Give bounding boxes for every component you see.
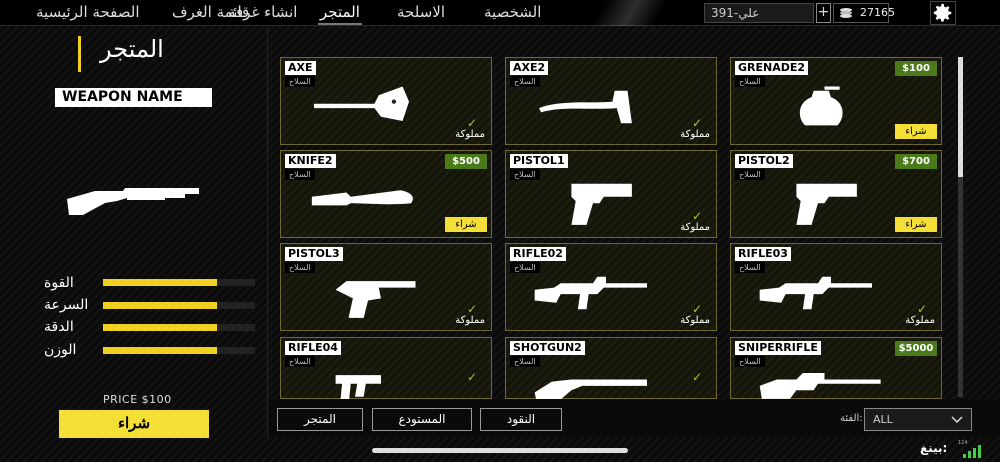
weapon-card-pistol2[interactable]: PISTOL2 السلاح $700 شراء: [730, 150, 942, 238]
weapon-card-rifle02[interactable]: RIFLE02 السلاح ✓ مملوكة: [505, 243, 717, 331]
rifle-icon: [759, 276, 872, 310]
buy-button[interactable]: شراء: [59, 410, 209, 438]
weapon-card-owned-label: مملوكة: [905, 315, 935, 326]
weapon-card-name: RIFLE04: [285, 341, 341, 355]
stat-accuracy-bar: [103, 324, 255, 331]
axe2-icon: [539, 90, 632, 124]
stat-speed-bar: [103, 302, 255, 309]
weapon-card-name: SNIPERRIFLE: [735, 341, 821, 355]
tab-store[interactable]: المتجر: [277, 408, 363, 431]
coins-icon: [840, 8, 852, 18]
weapon-card-name: PISTOL3: [285, 247, 343, 261]
nav-create-room[interactable]: انشاء غرفة: [228, 3, 297, 21]
knife-icon: [311, 190, 413, 206]
weapon-name-label: WEAPON NAME: [55, 88, 212, 107]
weapon-card-knife2[interactable]: KNIFE2 السلاح $500 شراء: [280, 150, 492, 238]
add-coins-button[interactable]: +: [816, 3, 831, 23]
grenade-icon: [799, 86, 843, 126]
ping-label: بينغ:: [920, 441, 948, 455]
owned-check-icon: ✓: [466, 370, 477, 384]
coin-balance: 27165: [833, 3, 895, 23]
weapon-detail-panel: المتجر WEAPON NAME القوة السرعة الدقة ال…: [0, 27, 268, 438]
weapon-card-price: $500: [445, 154, 487, 169]
top-nav: قائمة الغرف الصفحة الرئيسية انشاء غرفة ا…: [0, 0, 1000, 26]
weapon-card-owned-label: مملوكة: [680, 129, 710, 140]
weapon-card-name: RIFLE03: [735, 247, 791, 261]
stat-weight-label: الوزن: [44, 342, 77, 358]
weapon-card-name: RIFLE02: [510, 247, 566, 261]
stat-weight-bar: [103, 347, 255, 354]
stat-fill: [103, 324, 217, 331]
stat-fill: [103, 279, 217, 286]
coin-amount: 27165: [860, 6, 895, 19]
owned-check-icon: ✓: [466, 302, 477, 316]
weapon-card-sniperrifle[interactable]: SNIPERRIFLE السلاح $5000: [730, 337, 942, 399]
rifle-icon: [534, 276, 647, 310]
weapon-card-name: AXE: [285, 61, 316, 75]
weapon-card-rifle03[interactable]: RIFLE03 السلاح ✓ مملوكة: [730, 243, 942, 331]
scrollbar-thumb[interactable]: [958, 57, 963, 177]
revolver-icon: [335, 281, 416, 318]
stat-fill: [103, 347, 217, 354]
weapon-card-pistol3[interactable]: PISTOL3 السلاح ✓ مملوكة: [280, 243, 492, 331]
owned-check-icon: ✓: [691, 116, 702, 130]
owned-check-icon: ✓: [691, 209, 702, 223]
weapon-card-name: SHOTGUN2: [510, 341, 585, 355]
weapon-card-axe2[interactable]: AXE2 السلاح ✓ مملوكة: [505, 57, 717, 145]
nav-store[interactable]: المتجر: [320, 3, 360, 21]
weapon-card-name: PISTOL2: [735, 154, 793, 168]
player-name-field[interactable]: علي-391: [704, 3, 814, 23]
weapon-card-owned-label: مملوكة: [455, 129, 485, 140]
weapon-card-buy-button[interactable]: شراء: [895, 217, 937, 232]
stat-power-label: القوة: [44, 275, 74, 291]
weapon-card-shotgun2[interactable]: SHOTGUN2 السلاح ✓: [505, 337, 717, 404]
weapon-card-name: AXE2: [510, 61, 549, 75]
pistol-icon: [571, 183, 632, 225]
title-accent-bar: [78, 36, 81, 72]
weapon-card-axe[interactable]: AXE السلاح ✓ مملوكة: [280, 57, 492, 145]
stat-accuracy-label: الدقة: [44, 319, 74, 335]
weapon-card-price: $5000: [895, 341, 937, 356]
weapon-card-rifle04[interactable]: RIFLE04 السلاح ✓: [280, 337, 492, 406]
weapon-card-grenade2[interactable]: GRENADE2 السلاح $100 شراء: [730, 57, 942, 145]
shotgun-preview-icon: [67, 188, 199, 215]
weapon-card-price: $700: [895, 154, 937, 169]
weapon-card-buy-button[interactable]: شراء: [445, 217, 487, 232]
stat-speed-label: السرعة: [44, 297, 89, 313]
nav-active-indicator: [318, 23, 362, 25]
category-label: الفئة:: [840, 413, 863, 424]
weapon-card-owned-label: مملوكة: [680, 222, 710, 233]
weapon-card-buy-button[interactable]: شراء: [895, 124, 937, 139]
category-select[interactable]: ALL: [864, 408, 972, 431]
weapon-card-name: KNIFE2: [285, 154, 336, 168]
axe-icon: [314, 86, 410, 122]
weapon-price: PRICE $100: [103, 393, 172, 406]
pistol-icon: [796, 183, 857, 225]
weapon-card-name: PISTOL1: [510, 154, 568, 168]
stat-fill: [103, 302, 217, 309]
tab-money[interactable]: النقود: [480, 408, 562, 431]
owned-check-icon: ✓: [466, 116, 477, 130]
tab-warehouse[interactable]: المستودع: [372, 408, 472, 431]
home-indicator[interactable]: [372, 448, 628, 453]
weapon-card-price: $100: [895, 61, 937, 76]
nav-home[interactable]: الصفحة الرئيسية: [36, 3, 140, 21]
nav-character[interactable]: الشخصية: [484, 3, 541, 21]
category-value: ALL: [873, 413, 893, 426]
chevron-down-icon: [951, 416, 963, 424]
nav-gloss: [560, 0, 700, 26]
gear-icon: [933, 3, 952, 22]
owned-check-icon: ✓: [691, 370, 702, 384]
weapon-card-owned-label: مملوكة: [680, 315, 710, 326]
page-title: المتجر: [100, 35, 164, 63]
settings-button[interactable]: [930, 1, 956, 25]
stat-power-bar: [103, 279, 255, 286]
weapon-card-owned-label: مملوكة: [455, 315, 485, 326]
owned-check-icon: ✓: [916, 302, 927, 316]
weapon-card-pistol1[interactable]: PISTOL1 السلاح ✓ مملوكة: [505, 150, 717, 238]
signal-icon: [963, 445, 981, 458]
weapon-card-name: GRENADE2: [735, 61, 809, 75]
nav-weapons[interactable]: الاسلحة: [397, 3, 445, 21]
owned-check-icon: ✓: [691, 302, 702, 316]
